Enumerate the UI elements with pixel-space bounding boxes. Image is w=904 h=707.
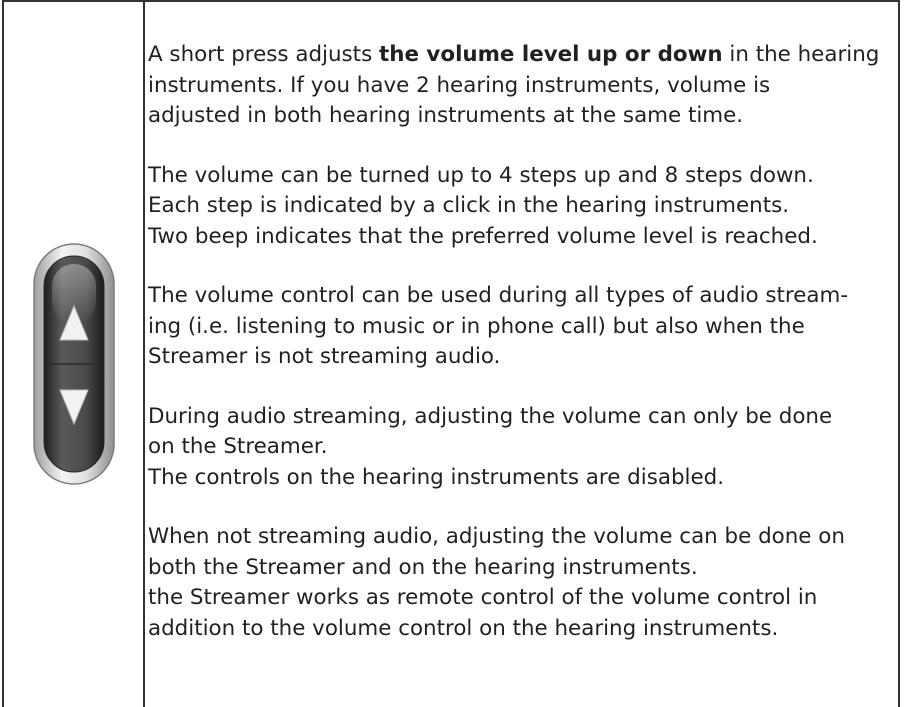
text-line: During audio streaming, adjusting the vo… [148,403,833,429]
text-line: instruments. If you have 2 hearing instr… [148,72,771,98]
text-line: A short press adjusts the volume level u… [148,42,880,67]
text-line: ing (i.e. listening to music or in phone… [148,313,805,339]
text-line: Each step is indicated by a click in the… [148,193,790,218]
icon-cell [4,0,143,707]
paragraph-streaming-usage: The volume control can be used during al… [148,281,892,373]
text-line: When not streaming audio, adjusting the … [148,524,845,549]
paragraph-during-streaming: During audio streaming, adjusting the vo… [148,402,892,494]
text-line: adjusted in both hearing instruments at … [148,103,744,128]
text-line: Streamer is not streaming audio. [148,344,501,369]
text-line: the Streamer works as remote control of … [148,585,818,610]
paragraph-volume-press: A short press adjusts the volume level u… [148,40,892,132]
paragraph-not-streaming: When not streaming audio, adjusting the … [148,522,892,644]
volume-rocker-button-icon [32,242,116,486]
text-line: Two beep indicates that the preferred vo… [148,223,818,249]
description-text: A short press adjusts the volume level u… [148,40,892,673]
text-line: on the Streamer. [148,434,328,459]
text-line: both the Streamer and on the hearing ins… [148,554,698,580]
text-line: addition to the volume control on the he… [148,615,779,641]
bold-phrase: the volume level up or down [379,42,723,67]
text-line: The controls on the hearing instruments … [148,464,725,490]
text-line: The volume can be turned up to 4 steps u… [148,162,814,188]
paragraph-volume-steps: The volume can be turned up to 4 steps u… [148,161,892,253]
column-divider [143,0,145,707]
text-line: The volume control can be used during al… [148,283,849,308]
